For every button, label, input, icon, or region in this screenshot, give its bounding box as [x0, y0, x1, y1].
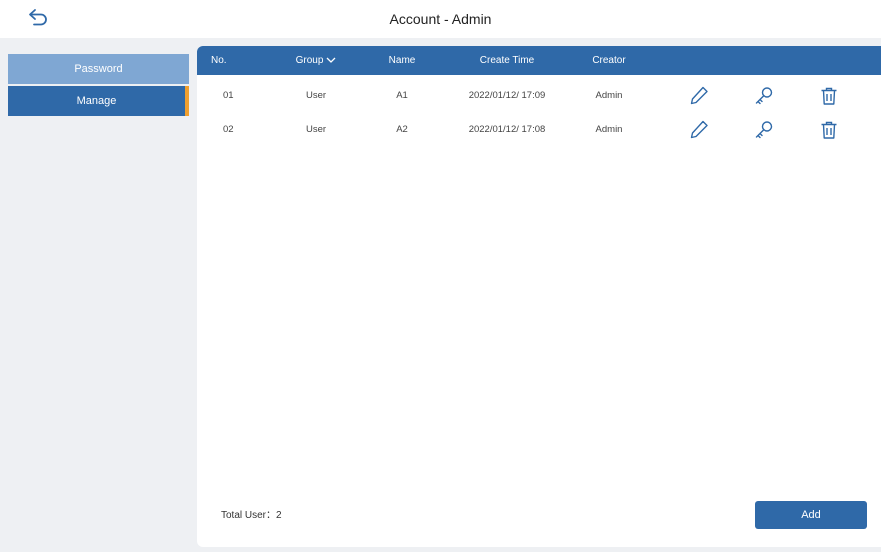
back-arrow-icon: [29, 9, 47, 26]
key-icon: [755, 121, 773, 139]
top-bar: Account - Admin: [0, 0, 881, 38]
back-button[interactable]: [26, 6, 52, 30]
edit-button[interactable]: [687, 118, 711, 142]
edit-icon: [690, 120, 708, 139]
edit-icon: [690, 86, 708, 105]
column-header-group[interactable]: Group: [281, 46, 351, 75]
delete-icon: [821, 87, 837, 105]
cell-create-time: 2022/01/12/ 17:09: [468, 90, 546, 101]
page-title: Account - Admin: [389, 11, 492, 27]
sidebar: Password Manage: [8, 54, 189, 116]
column-header-group-label: Group: [295, 55, 324, 66]
cell-name: A2: [396, 124, 408, 135]
user-table-panel: No. Group Name Create Time Creator 01 Us…: [197, 46, 881, 547]
reset-password-button[interactable]: [752, 118, 776, 142]
table-row: 02 User A2 2022/01/12/ 17:08 Admin: [197, 113, 881, 147]
cell-name: A1: [396, 90, 408, 101]
table-row: 01 User A1 2022/01/12/ 17:09 Admin: [197, 79, 881, 113]
key-icon: [755, 87, 773, 105]
sidebar-item-password[interactable]: Password: [8, 54, 189, 84]
cell-creator: Admin: [595, 90, 623, 101]
edit-button[interactable]: [687, 84, 711, 108]
delete-icon: [821, 121, 837, 139]
cell-group: User: [305, 124, 327, 135]
cell-group: User: [305, 90, 327, 101]
total-user-count: Total User：2: [221, 510, 282, 521]
cell-no: 01: [223, 90, 234, 101]
cell-creator: Admin: [595, 124, 623, 135]
column-header-name: Name: [388, 55, 416, 66]
column-header-creator: Creator: [592, 55, 626, 66]
reset-password-button[interactable]: [752, 84, 776, 108]
delete-button[interactable]: [817, 84, 841, 108]
cell-no: 02: [223, 124, 234, 135]
cell-create-time: 2022/01/12/ 17:08: [468, 124, 546, 135]
delete-button[interactable]: [817, 118, 841, 142]
column-header-create-time: Create Time: [479, 55, 535, 66]
add-user-button[interactable]: Add: [755, 501, 867, 529]
chevron-down-icon: [326, 57, 336, 64]
table-header: No. Group Name Create Time Creator: [197, 46, 881, 75]
column-header-no: No.: [211, 55, 227, 66]
sidebar-item-manage[interactable]: Manage: [8, 86, 189, 116]
